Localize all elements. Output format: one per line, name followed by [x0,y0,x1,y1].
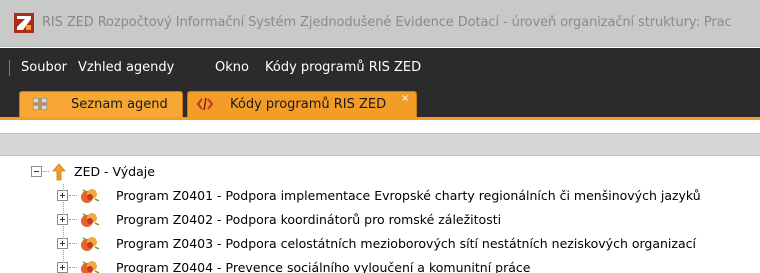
flower-icon [81,213,100,227]
tab-strip: Seznam agend Kódy programů RIS ZED × [0,88,760,120]
tree-node-label: Program Z0403 - Podpora celostátních mez… [116,236,696,251]
title-bar: RIS ZED Rozpočtový Informační Systém Zje… [0,0,760,47]
flower-icon [81,261,100,273]
expand-icon[interactable] [57,238,68,249]
expand-icon[interactable] [57,214,68,225]
flower-icon [81,237,100,251]
tree-root-node[interactable]: ZED - Výdaje [0,160,760,184]
tree-node-label: Program Z0402 - Podpora koordinátorů pro… [116,212,502,227]
tree-connector [69,195,77,196]
window-title: RIS ZED Rozpočtový Informační Systém Zje… [42,15,732,30]
tree-node-label: Program Z0404 - Prevence sociálního vylo… [116,260,531,273]
menu-separator [9,60,10,76]
tree-node[interactable]: Program Z0402 - Podpora koordinátorů pro… [0,208,760,232]
collapse-icon[interactable] [31,166,42,177]
expand-icon[interactable] [57,190,68,201]
tree-root-label: ZED - Výdaje [74,164,155,179]
arrow-up-icon [52,163,66,181]
expand-icon[interactable] [57,262,68,273]
tree-connector [69,219,77,220]
menu-item-vzhled-agendy[interactable]: Vzhled agendy [78,60,174,75]
tree-node[interactable]: Program Z0404 - Prevence sociálního vylo… [0,256,760,273]
tab-label: Kódy programů RIS ZED [230,97,387,112]
close-icon[interactable]: × [401,93,409,104]
menu-item-okno[interactable]: Okno [215,60,249,75]
grid-icon [33,98,47,110]
app-logo-icon [14,13,34,33]
tree-connector [43,171,49,172]
program-tree: ZED - Výdaje Program Z0401 - Podpora imp… [0,160,760,273]
tab-label: Seznam agend [71,97,168,112]
tab-seznam-agend[interactable]: Seznam agend [19,91,183,117]
tree-connector [69,243,77,244]
tab-kody-programu[interactable]: Kódy programů RIS ZED × [187,91,417,117]
tree-node[interactable]: Program Z0401 - Podpora implementace Evr… [0,184,760,208]
menu-item-soubor[interactable]: Soubor [21,60,67,75]
menu-item-kody-programu[interactable]: Kódy programů RIS ZED [265,60,421,75]
tree-node[interactable]: Program Z0403 - Podpora celostátních mez… [0,232,760,256]
grid-header [0,133,760,156]
flower-icon [81,189,100,203]
code-brackets-icon [197,97,213,111]
tree-connector [69,267,77,268]
menu-bar: Soubor Vzhled agendy Okno Kódy programů … [0,48,760,88]
tree-node-label: Program Z0401 - Podpora implementace Evr… [116,188,701,203]
